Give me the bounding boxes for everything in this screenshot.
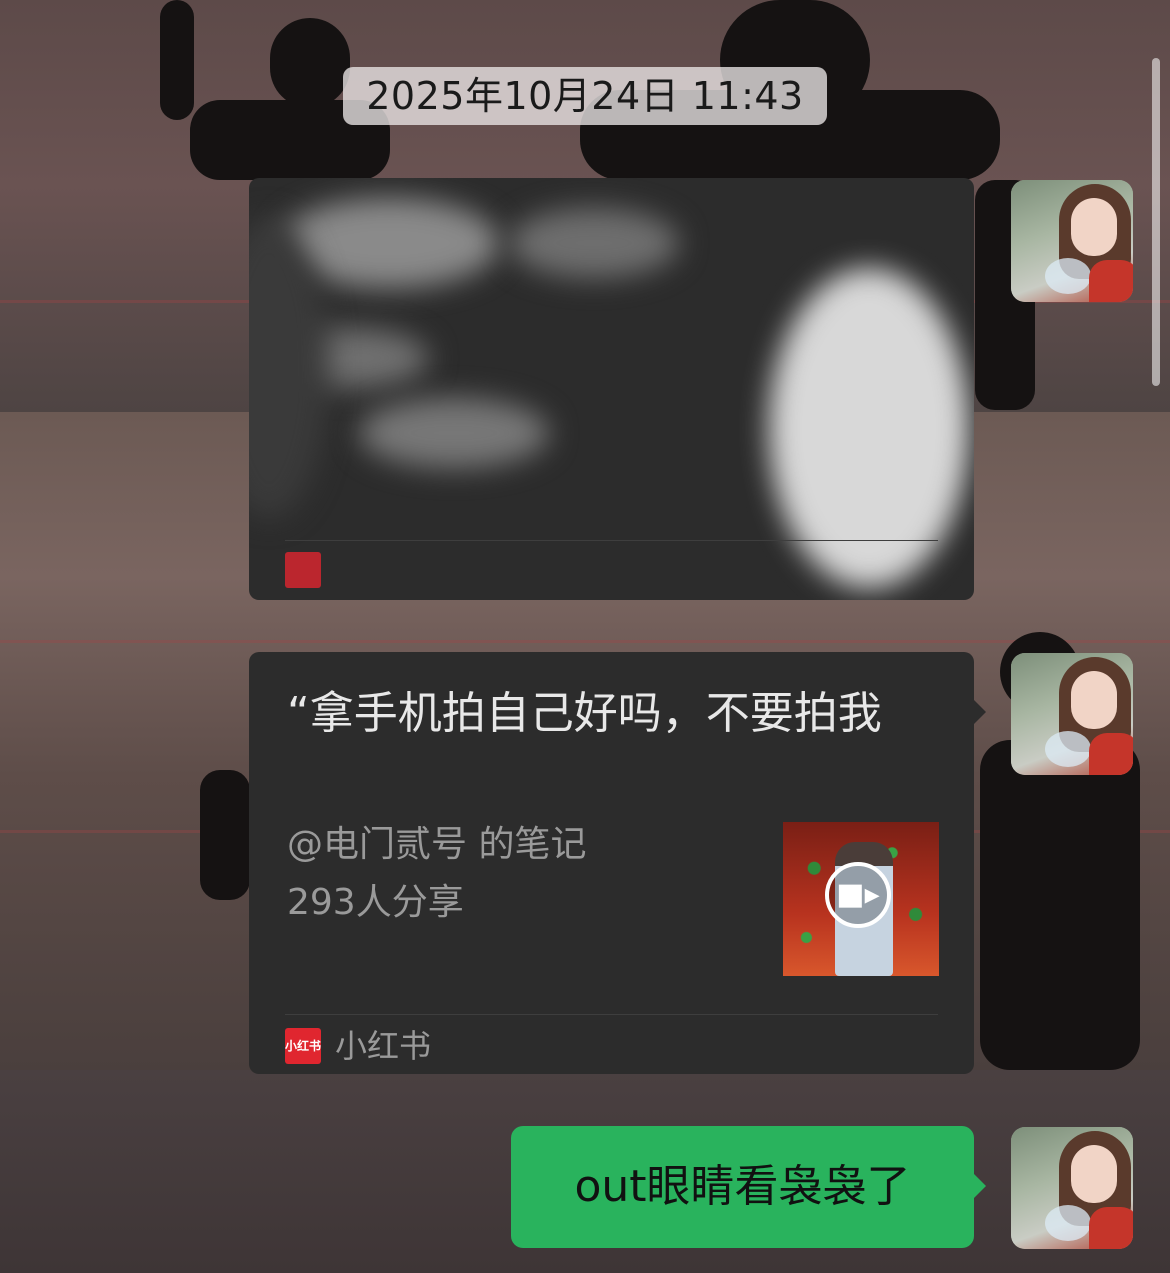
avatar[interactable]: [1011, 653, 1133, 775]
shared-note-card-redacted[interactable]: [249, 178, 974, 600]
bubble-tail: [974, 1174, 986, 1198]
background-wave: [0, 640, 1170, 643]
bubble-tail: [974, 700, 986, 724]
note-title: “拿手机拍自己好吗，不要拍我: [287, 688, 882, 739]
note-thumbnail: ■▸: [783, 822, 939, 976]
avatar[interactable]: [1011, 180, 1133, 302]
card-divider: [285, 1014, 938, 1015]
xiaohongshu-logo-icon: [285, 552, 321, 588]
xiaohongshu-logo-icon: 小红书: [285, 1028, 321, 1064]
card-divider: [285, 540, 938, 541]
background-silhouette: [270, 18, 350, 108]
text-message-bubble[interactable]: out眼睛看袅袅了: [511, 1126, 986, 1248]
video-camera-icon: ■▸: [825, 862, 891, 928]
avatar[interactable]: [1011, 1127, 1133, 1249]
message-timestamp: 2025年10月24日 11:43: [343, 67, 827, 125]
background-silhouette: [160, 0, 194, 120]
background-silhouette: [980, 740, 1140, 1070]
note-author: @电门贰号 的笔记: [287, 824, 587, 865]
note-share-count: 293人分享: [287, 882, 464, 923]
message-text: out眼睛看袅袅了: [574, 1161, 911, 1212]
redaction-blur: [509, 208, 679, 278]
shared-note-card[interactable]: “拿手机拍自己好吗，不要拍我 @电门贰号 的笔记 293人分享 ■▸ 小红书 小…: [249, 652, 986, 1074]
background-silhouette: [200, 770, 250, 900]
redaction-blur: [359, 398, 549, 468]
scrollbar[interactable]: [1152, 58, 1160, 386]
note-source-name: 小红书: [335, 1027, 432, 1065]
